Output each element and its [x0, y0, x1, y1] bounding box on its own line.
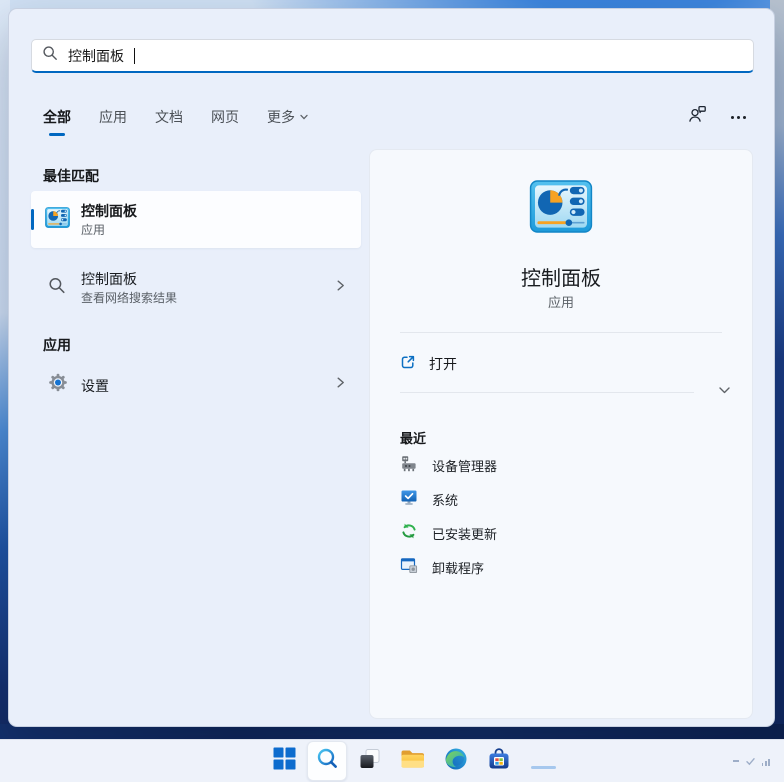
tray-check-icon	[746, 757, 755, 766]
header-actions	[688, 105, 746, 129]
search-icon	[316, 747, 339, 775]
installed-updates-icon	[400, 522, 418, 545]
taskbar	[0, 739, 784, 782]
taskbar-items	[264, 741, 519, 781]
settings-gear-icon	[48, 373, 68, 398]
tab-documents[interactable]: 文档	[155, 107, 183, 127]
file-explorer-button[interactable]	[393, 741, 433, 781]
search-icon	[42, 45, 58, 66]
windows-logo-icon	[273, 747, 296, 775]
settings-label: 设置	[81, 376, 109, 396]
open-external-icon	[400, 354, 416, 375]
recent-item-label: 系统	[432, 490, 458, 509]
best-match-heading: 最佳匹配	[43, 166, 99, 186]
text-caret	[134, 48, 135, 64]
system-monitor-icon	[400, 488, 418, 511]
tab-all[interactable]: 全部	[43, 107, 71, 127]
recent-item-device-manager[interactable]: 设备管理器	[400, 448, 724, 482]
best-match-result[interactable]: 控制面板 应用	[31, 191, 361, 248]
uninstall-program-icon	[400, 556, 418, 579]
search-input[interactable]: 控制面板	[31, 39, 754, 73]
start-button[interactable]	[264, 741, 304, 781]
divider	[400, 332, 722, 333]
more-options-ellipsis-icon[interactable]	[731, 112, 746, 123]
best-match-title: 控制面板	[81, 201, 137, 221]
web-search-suggestion[interactable]: 控制面板 查看网络搜索结果	[31, 259, 361, 317]
recent-item-label: 卸载程序	[432, 558, 484, 577]
tab-web[interactable]: 网页	[211, 107, 239, 127]
expand-chevron-down-icon[interactable]	[717, 383, 732, 403]
preview-app-title: 控制面板	[370, 262, 752, 291]
chevron-right-icon	[334, 279, 347, 297]
taskbar-underline-indicator	[531, 766, 556, 769]
recent-item-installed-updates[interactable]: 已安装更新	[400, 516, 724, 550]
recent-item-label: 已安装更新	[432, 524, 497, 543]
device-manager-icon	[400, 454, 418, 477]
account-chat-icon[interactable]	[688, 105, 707, 129]
windows-search-screen: 控制面板 全部 应用 文档 网页 更多 最佳匹配	[0, 0, 784, 782]
recent-heading: 最近	[400, 428, 426, 447]
microsoft-store-icon	[487, 747, 511, 776]
preview-app-subtitle: 应用	[370, 292, 752, 311]
apps-section-heading: 应用	[43, 335, 71, 355]
control-panel-icon	[530, 180, 593, 238]
folder-icon	[400, 748, 426, 775]
app-result-settings[interactable]: 设置	[31, 363, 361, 407]
open-label: 打开	[429, 354, 457, 374]
task-view-button[interactable]	[350, 741, 390, 781]
task-view-icon	[359, 748, 381, 775]
recent-item-system[interactable]: 系统	[400, 482, 724, 516]
search-flyout: 控制面板 全部 应用 文档 网页 更多 最佳匹配	[8, 8, 775, 727]
open-action[interactable]: 打开	[400, 350, 700, 378]
divider	[400, 392, 694, 393]
search-icon	[48, 277, 66, 300]
recent-item-uninstall-program[interactable]: 卸载程序	[400, 550, 724, 584]
selection-accent-bar	[31, 209, 34, 230]
tray-dash-icon	[733, 760, 739, 762]
tab-apps[interactable]: 应用	[99, 107, 127, 127]
chevron-down-icon	[299, 112, 309, 122]
chevron-right-icon	[334, 376, 347, 394]
search-filter-tabs: 全部 应用 文档 网页 更多	[43, 103, 309, 131]
edge-browser-button[interactable]	[436, 741, 476, 781]
taskbar-search-button[interactable]	[307, 741, 347, 781]
control-panel-icon	[45, 207, 70, 233]
tray-signal-bars-icon	[762, 759, 770, 766]
microsoft-store-button[interactable]	[479, 741, 519, 781]
result-preview-panel: 控制面板 应用 打开 最近	[369, 149, 753, 719]
search-query-text: 控制面板	[68, 46, 124, 66]
web-search-title: 控制面板	[81, 269, 137, 289]
tab-more[interactable]: 更多	[267, 107, 309, 127]
recent-item-label: 设备管理器	[432, 456, 497, 475]
best-match-subtitle: 应用	[81, 221, 105, 238]
edge-browser-icon	[444, 747, 468, 776]
web-search-subtitle: 查看网络搜索结果	[81, 289, 177, 306]
system-tray[interactable]	[733, 757, 770, 766]
